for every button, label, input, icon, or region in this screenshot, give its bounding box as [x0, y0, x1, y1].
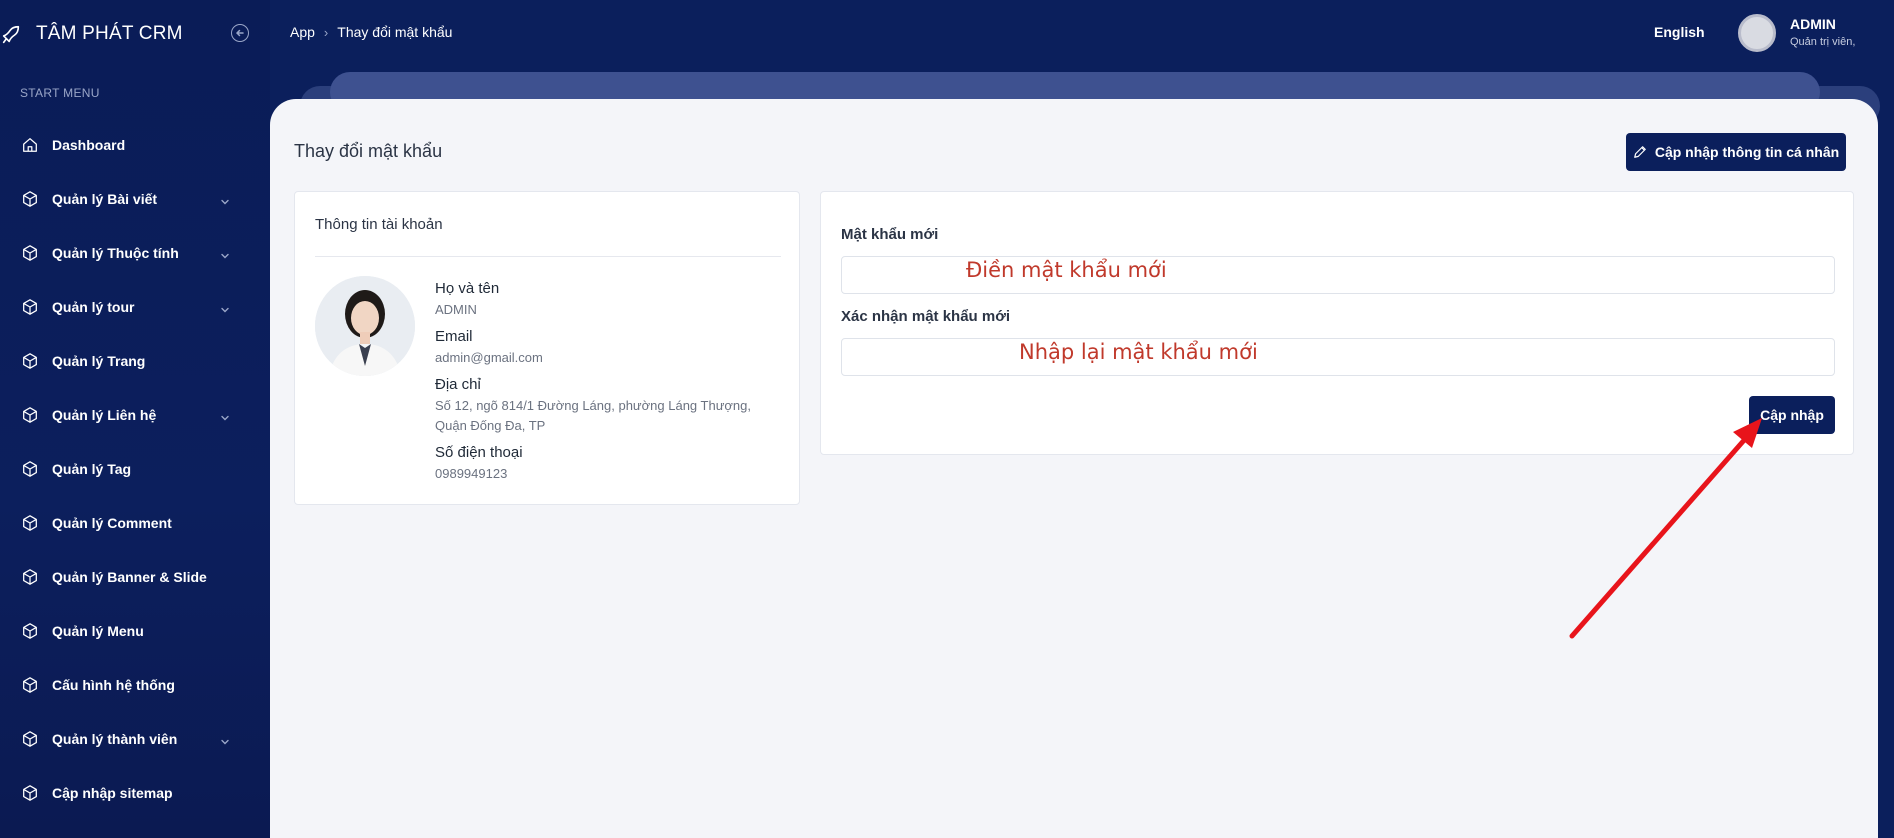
cube-icon — [21, 514, 39, 532]
sidebar-item-label: Cập nhập sitemap — [52, 785, 173, 801]
user-role: Quản trị viên, — [1790, 36, 1856, 48]
sidebar-item-label: Quản lý Comment — [52, 515, 172, 531]
chevron-down-icon — [219, 410, 231, 421]
sidebar-menu: Dashboard Quản lý Bài viết Quản lý Thuộc t… — [0, 118, 270, 820]
account-info-card: Thông tin tài khoản Họ và tên ADMIN Emai… — [294, 191, 800, 505]
sidebar-item-label: Quản lý Trang — [52, 353, 146, 369]
person-photo-icon — [315, 276, 415, 376]
confirm-password-hint-annotation: Nhập lại mật khẩu mới — [1019, 340, 1258, 364]
email-label: Email — [435, 328, 473, 345]
profile-photo — [315, 276, 415, 376]
page-title: Thay đổi mật khẩu — [294, 141, 443, 161]
sidebar-item-quan-ly-tag[interactable]: Quản lý Tag — [0, 442, 270, 496]
topbar: App › Thay đổi mật khẩu English ADMIN Qu… — [270, 0, 1894, 70]
address-label: Địa chỉ — [435, 376, 481, 393]
pencil-icon — [1633, 146, 1646, 158]
update-profile-button[interactable]: Cập nhập thông tin cá nhân — [1626, 133, 1846, 171]
confirm-password-label: Xác nhận mật khẩu mới — [841, 308, 1011, 325]
cube-icon — [21, 676, 39, 694]
full-name-value: ADMIN — [435, 302, 477, 317]
divider — [315, 256, 781, 257]
language-switcher[interactable]: English — [1654, 24, 1705, 40]
sidebar-item-quan-ly-banner-slide[interactable]: Quản lý Banner & Slide — [0, 550, 270, 604]
sidebar-item-label: Quản lý tour — [52, 299, 135, 315]
sidebar-item-label: Quản lý Menu — [52, 623, 144, 639]
breadcrumb-item-app[interactable]: App — [290, 24, 315, 40]
sidebar-item-quan-ly-menu[interactable]: Quản lý Menu — [0, 604, 270, 658]
change-password-card: Mật khẩu mới Điền mật khẩu mới Xác nhận … — [820, 191, 1854, 455]
sidebar-item-quan-ly-lien-he[interactable]: Quản lý Liên hệ — [0, 388, 270, 442]
new-password-hint-annotation: Điền mật khẩu mới — [966, 258, 1167, 282]
email-value: admin@gmail.com — [435, 350, 543, 365]
sidebar-item-dashboard[interactable]: Dashboard — [0, 118, 270, 172]
sidebar-item-quan-ly-thuoc-tinh[interactable]: Quản lý Thuộc tính — [0, 226, 270, 280]
sidebar-item-quan-ly-tour[interactable]: Quản lý tour — [0, 280, 270, 334]
chevron-right-icon: › — [323, 24, 329, 40]
chevron-down-icon — [219, 734, 231, 745]
sidebar-item-quan-ly-bai-viet[interactable]: Quản lý Bài viết — [0, 172, 270, 226]
sidebar-item-label: Quản lý thành viên — [52, 731, 178, 747]
user-avatar[interactable] — [1738, 14, 1776, 52]
cube-icon — [21, 622, 39, 640]
main-content: Thay đổi mật khẩu Cập nhập thông tin cá … — [270, 99, 1878, 838]
cube-icon — [21, 406, 39, 424]
arrow-left-icon — [235, 29, 244, 37]
sidebar-item-quan-ly-comment[interactable]: Quản lý Comment — [0, 496, 270, 550]
cube-icon — [21, 244, 39, 262]
confirm-password-input[interactable] — [841, 338, 1835, 376]
sidebar-section-label: START MENU — [20, 86, 100, 100]
sidebar-item-quan-ly-trang[interactable]: Quản lý Trang — [0, 334, 270, 388]
sidebar-item-cau-hinh-he-thong[interactable]: Cấu hình hệ thống — [0, 658, 270, 712]
sidebar-item-label: Quản lý Thuộc tính — [52, 245, 179, 261]
breadcrumb-item-current: Thay đổi mật khẩu — [337, 24, 453, 40]
update-profile-label: Cập nhập thông tin cá nhân — [1654, 144, 1840, 160]
cube-icon — [21, 298, 39, 316]
address-value: Số 12, ngõ 814/1 Đường Láng, phường Láng… — [435, 398, 751, 433]
chevron-down-icon — [219, 302, 231, 313]
full-name-label: Họ và tên — [435, 280, 500, 297]
cube-icon — [21, 190, 39, 208]
sidebar-item-cap-nhap-sitemap[interactable]: Cập nhập sitemap — [0, 766, 270, 820]
cube-icon — [21, 352, 39, 370]
phone-label: Số điện thoại — [435, 444, 523, 461]
brand[interactable]: TÂM PHÁT CRM — [0, 20, 270, 48]
rocket-icon — [2, 25, 20, 44]
sidebar: TÂM PHÁT CRM START MENU Dashboard Quản lý… — [0, 0, 270, 838]
home-icon — [21, 136, 39, 154]
chevron-down-icon — [219, 248, 231, 259]
breadcrumb: App › Thay đổi mật khẩu — [290, 24, 452, 40]
sidebar-item-label: Quản lý Tag — [52, 461, 132, 477]
sidebar-item-label: Quản lý Banner & Slide — [52, 569, 207, 585]
sidebar-item-quan-ly-thanh-vien[interactable]: Quản lý thành viên — [0, 712, 270, 766]
cube-icon — [21, 784, 39, 802]
account-card-title: Thông tin tài khoản — [315, 216, 443, 233]
phone-value: 0989949123 — [435, 466, 508, 481]
cube-icon — [21, 568, 39, 586]
collapse-sidebar-button[interactable] — [231, 24, 249, 42]
sidebar-item-label: Quản lý Bài viết — [52, 191, 158, 207]
cube-icon — [21, 460, 39, 478]
sidebar-item-label: Quản lý Liên hệ — [52, 407, 157, 423]
sidebar-item-label: Dashboard — [52, 137, 126, 153]
chevron-down-icon — [219, 194, 231, 205]
cube-icon — [21, 730, 39, 748]
brand-name: TÂM PHÁT CRM — [36, 23, 183, 44]
new-password-label: Mật khẩu mới — [841, 226, 939, 243]
submit-password-button[interactable]: Cập nhập — [1749, 396, 1835, 434]
user-name[interactable]: ADMIN — [1790, 16, 1836, 32]
sidebar-item-label: Cấu hình hệ thống — [52, 677, 175, 693]
